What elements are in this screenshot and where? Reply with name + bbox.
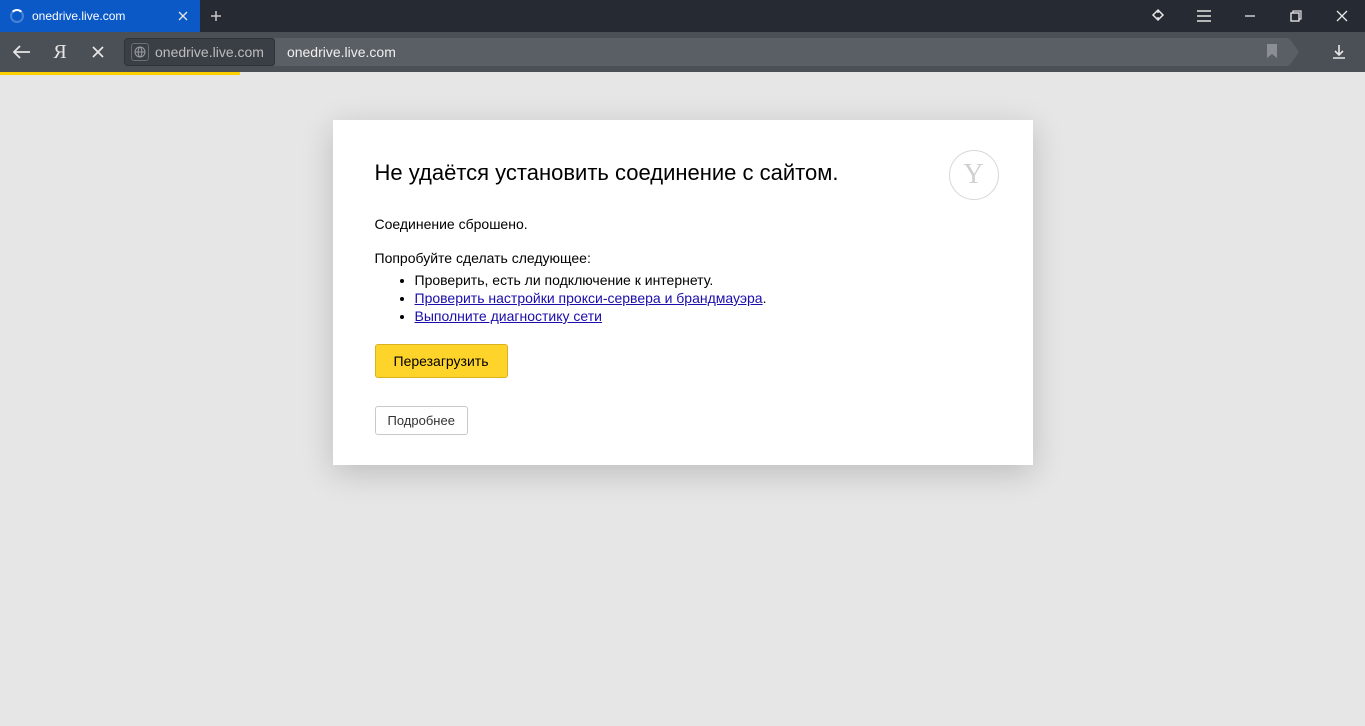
details-button[interactable]: Подробнее [375,406,468,435]
titlebar: onedrive.live.com [0,0,1365,32]
address-chip-text: onedrive.live.com [155,44,264,60]
browser-tab[interactable]: onedrive.live.com [0,0,200,32]
bookmark-button[interactable] [1265,43,1279,62]
home-button[interactable]: Я [48,40,72,64]
error-suggestion-item: Проверить, есть ли подключение к интерне… [415,272,991,288]
error-card: Y Не удаётся установить соединение с сай… [333,120,1033,465]
yandex-logo-icon: Я [53,42,66,62]
globe-icon [131,43,149,61]
stop-button[interactable] [86,40,110,64]
back-button[interactable] [10,40,34,64]
tableau-button[interactable] [1135,0,1181,32]
error-suggestion-item: Выполните диагностику сети [415,308,991,324]
yandex-watermark-icon: Y [949,150,999,200]
content-area: Y Не удаётся установить соединение с сай… [0,75,1365,726]
tab-close-button[interactable] [176,9,190,23]
error-heading: Не удаётся установить соединение с сайто… [375,160,991,186]
downloads-button[interactable] [1319,44,1359,60]
error-suggestion-list: Проверить, есть ли подключение к интерне… [415,272,991,324]
proxy-settings-link[interactable]: Проверить настройки прокси-сервера и бра… [415,290,763,306]
address-security-chip[interactable]: onedrive.live.com [124,38,275,66]
toolbar: Я onedrive.live.com onedrive.live.com [0,32,1365,72]
new-tab-button[interactable] [200,0,232,32]
menu-button[interactable] [1181,0,1227,32]
address-bar[interactable]: onedrive.live.com onedrive.live.com [124,38,1289,66]
window-maximize-button[interactable] [1273,0,1319,32]
error-try-label: Попробуйте сделать следующее: [375,250,991,266]
error-suggestion-text: Проверить, есть ли подключение к интерне… [415,272,714,288]
window-close-button[interactable] [1319,0,1365,32]
window-minimize-button[interactable] [1227,0,1273,32]
error-suggestion-item: Проверить настройки прокси-сервера и бра… [415,290,991,306]
loading-spinner-icon [10,9,24,23]
address-url-text: onedrive.live.com [287,44,396,60]
tab-title: onedrive.live.com [32,9,168,23]
reload-button[interactable]: Перезагрузить [375,344,508,378]
address-url[interactable]: onedrive.live.com [275,38,1289,66]
network-diagnostics-link[interactable]: Выполните диагностику сети [415,308,602,324]
error-subtext: Соединение сброшено. [375,216,991,232]
window-controls [1135,0,1365,32]
